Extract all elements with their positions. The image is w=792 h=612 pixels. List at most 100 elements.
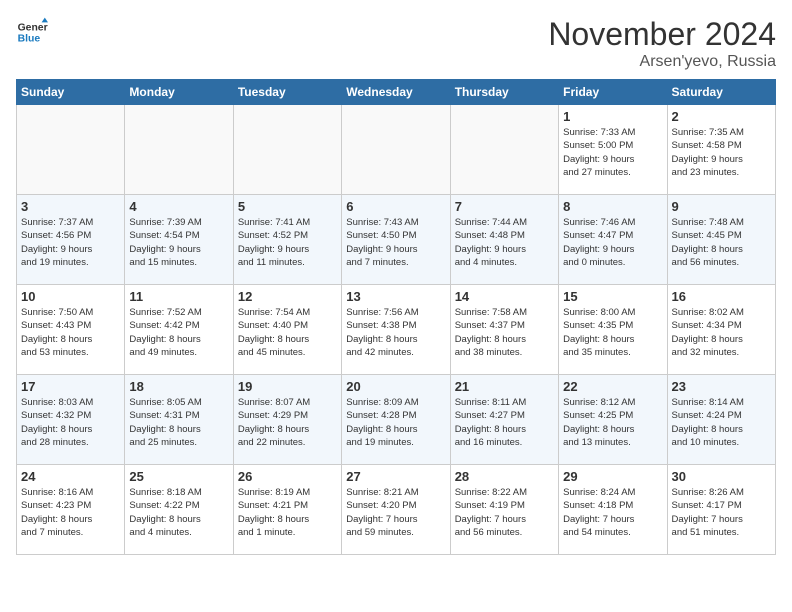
day-number: 7 bbox=[455, 199, 554, 214]
calendar-day-cell: 21 Sunrise: 8:11 AM Sunset: 4:27 PM Dayli… bbox=[450, 375, 558, 465]
calendar-day-cell: 26 Sunrise: 8:19 AM Sunset: 4:21 PM Dayli… bbox=[233, 465, 341, 555]
day-number: 21 bbox=[455, 379, 554, 394]
calendar-day-cell: 11 Sunrise: 7:52 AM Sunset: 4:42 PM Dayli… bbox=[125, 285, 233, 375]
calendar-week-row: 1Sunrise: 7:33 AM Sunset: 5:00 PM Daylig… bbox=[17, 105, 776, 195]
day-info: Sunrise: 7:41 AM Sunset: 4:52 PM Dayligh… bbox=[238, 216, 337, 269]
calendar-week-row: 3 Sunrise: 7:37 AM Sunset: 4:56 PM Daylig… bbox=[17, 195, 776, 285]
day-number: 13 bbox=[346, 289, 445, 304]
day-number: 17 bbox=[21, 379, 120, 394]
day-info: Sunrise: 7:56 AM Sunset: 4:38 PM Dayligh… bbox=[346, 306, 445, 359]
calendar-day-cell: 30 Sunrise: 8:26 AM Sunset: 4:17 PM Dayli… bbox=[667, 465, 775, 555]
calendar-week-row: 10 Sunrise: 7:50 AM Sunset: 4:43 PM Dayli… bbox=[17, 285, 776, 375]
day-info: Sunrise: 7:54 AM Sunset: 4:40 PM Dayligh… bbox=[238, 306, 337, 359]
calendar-day-cell: 6 Sunrise: 7:43 AM Sunset: 4:50 PM Daylig… bbox=[342, 195, 450, 285]
calendar-day-cell: 20Sunrise: 8:09 AM Sunset: 4:28 PM Dayli… bbox=[342, 375, 450, 465]
day-info: Sunrise: 8:21 AM Sunset: 4:20 PM Dayligh… bbox=[346, 486, 445, 539]
day-number: 19 bbox=[238, 379, 337, 394]
day-info: Sunrise: 8:14 AM Sunset: 4:24 PM Dayligh… bbox=[672, 396, 771, 449]
svg-text:General: General bbox=[18, 22, 48, 33]
logo-icon: General Blue bbox=[16, 16, 48, 48]
calendar-day-cell: 15 Sunrise: 8:00 AM Sunset: 4:35 PM Dayli… bbox=[559, 285, 667, 375]
day-number: 18 bbox=[129, 379, 228, 394]
day-info: Sunrise: 8:24 AM Sunset: 4:18 PM Dayligh… bbox=[563, 486, 662, 539]
calendar-day-cell: 4 Sunrise: 7:39 AM Sunset: 4:54 PM Daylig… bbox=[125, 195, 233, 285]
day-info: Sunrise: 8:11 AM Sunset: 4:27 PM Dayligh… bbox=[455, 396, 554, 449]
calendar-day-cell: 9 Sunrise: 7:48 AM Sunset: 4:45 PM Daylig… bbox=[667, 195, 775, 285]
day-info: Sunrise: 8:18 AM Sunset: 4:22 PM Dayligh… bbox=[129, 486, 228, 539]
logo: General Blue bbox=[16, 16, 48, 48]
day-number: 20 bbox=[346, 379, 445, 394]
day-info: Sunrise: 7:39 AM Sunset: 4:54 PM Dayligh… bbox=[129, 216, 228, 269]
day-number: 3 bbox=[21, 199, 120, 214]
day-info: Sunrise: 7:37 AM Sunset: 4:56 PM Dayligh… bbox=[21, 216, 120, 269]
location-title: Arsen'yevo, Russia bbox=[548, 53, 776, 71]
weekday-header-row: SundayMondayTuesdayWednesdayThursdayFrid… bbox=[17, 80, 776, 105]
calendar-day-cell: 2 Sunrise: 7:35 AM Sunset: 4:58 PM Daylig… bbox=[667, 105, 775, 195]
day-info: Sunrise: 7:44 AM Sunset: 4:48 PM Dayligh… bbox=[455, 216, 554, 269]
calendar-day-cell: 24 Sunrise: 8:16 AM Sunset: 4:23 PM Dayli… bbox=[17, 465, 125, 555]
day-number: 12 bbox=[238, 289, 337, 304]
calendar-day-cell: 22Sunrise: 8:12 AM Sunset: 4:25 PM Dayli… bbox=[559, 375, 667, 465]
calendar-day-cell bbox=[450, 105, 558, 195]
day-number: 1 bbox=[563, 109, 662, 124]
weekday-header: Tuesday bbox=[233, 80, 341, 105]
day-number: 9 bbox=[672, 199, 771, 214]
calendar-week-row: 24 Sunrise: 8:16 AM Sunset: 4:23 PM Dayli… bbox=[17, 465, 776, 555]
day-info: Sunrise: 8:22 AM Sunset: 4:19 PM Dayligh… bbox=[455, 486, 554, 539]
day-info: Sunrise: 8:16 AM Sunset: 4:23 PM Dayligh… bbox=[21, 486, 120, 539]
calendar-day-cell: 1Sunrise: 7:33 AM Sunset: 5:00 PM Daylig… bbox=[559, 105, 667, 195]
day-number: 25 bbox=[129, 469, 228, 484]
calendar-day-cell: 19 Sunrise: 8:07 AM Sunset: 4:29 PM Dayli… bbox=[233, 375, 341, 465]
calendar-day-cell: 3 Sunrise: 7:37 AM Sunset: 4:56 PM Daylig… bbox=[17, 195, 125, 285]
calendar-day-cell: 12 Sunrise: 7:54 AM Sunset: 4:40 PM Dayli… bbox=[233, 285, 341, 375]
calendar-day-cell: 10 Sunrise: 7:50 AM Sunset: 4:43 PM Dayli… bbox=[17, 285, 125, 375]
calendar-day-cell: 29 Sunrise: 8:24 AM Sunset: 4:18 PM Dayli… bbox=[559, 465, 667, 555]
header: General Blue November 2024 Arsen'yevo, R… bbox=[16, 16, 776, 71]
day-number: 23 bbox=[672, 379, 771, 394]
day-info: Sunrise: 8:19 AM Sunset: 4:21 PM Dayligh… bbox=[238, 486, 337, 539]
day-number: 4 bbox=[129, 199, 228, 214]
day-info: Sunrise: 7:52 AM Sunset: 4:42 PM Dayligh… bbox=[129, 306, 228, 359]
weekday-header: Friday bbox=[559, 80, 667, 105]
calendar-day-cell: 5 Sunrise: 7:41 AM Sunset: 4:52 PM Daylig… bbox=[233, 195, 341, 285]
day-info: Sunrise: 7:43 AM Sunset: 4:50 PM Dayligh… bbox=[346, 216, 445, 269]
weekday-header: Wednesday bbox=[342, 80, 450, 105]
day-info: Sunrise: 8:05 AM Sunset: 4:31 PM Dayligh… bbox=[129, 396, 228, 449]
day-number: 14 bbox=[455, 289, 554, 304]
day-number: 16 bbox=[672, 289, 771, 304]
month-title: November 2024 bbox=[548, 16, 776, 53]
calendar-week-row: 17Sunrise: 8:03 AM Sunset: 4:32 PM Dayli… bbox=[17, 375, 776, 465]
day-info: Sunrise: 7:46 AM Sunset: 4:47 PM Dayligh… bbox=[563, 216, 662, 269]
day-number: 15 bbox=[563, 289, 662, 304]
day-number: 10 bbox=[21, 289, 120, 304]
day-info: Sunrise: 8:26 AM Sunset: 4:17 PM Dayligh… bbox=[672, 486, 771, 539]
day-info: Sunrise: 7:50 AM Sunset: 4:43 PM Dayligh… bbox=[21, 306, 120, 359]
day-number: 28 bbox=[455, 469, 554, 484]
day-number: 29 bbox=[563, 469, 662, 484]
calendar-day-cell: 27Sunrise: 8:21 AM Sunset: 4:20 PM Dayli… bbox=[342, 465, 450, 555]
calendar-day-cell bbox=[342, 105, 450, 195]
weekday-header: Monday bbox=[125, 80, 233, 105]
calendar-day-cell: 8Sunrise: 7:46 AM Sunset: 4:47 PM Daylig… bbox=[559, 195, 667, 285]
day-number: 30 bbox=[672, 469, 771, 484]
day-number: 26 bbox=[238, 469, 337, 484]
calendar-day-cell: 16Sunrise: 8:02 AM Sunset: 4:34 PM Dayli… bbox=[667, 285, 775, 375]
day-number: 5 bbox=[238, 199, 337, 214]
calendar-day-cell: 25 Sunrise: 8:18 AM Sunset: 4:22 PM Dayli… bbox=[125, 465, 233, 555]
day-info: Sunrise: 8:07 AM Sunset: 4:29 PM Dayligh… bbox=[238, 396, 337, 449]
day-number: 11 bbox=[129, 289, 228, 304]
day-number: 6 bbox=[346, 199, 445, 214]
calendar-day-cell: 7 Sunrise: 7:44 AM Sunset: 4:48 PM Daylig… bbox=[450, 195, 558, 285]
day-number: 22 bbox=[563, 379, 662, 394]
calendar-day-cell: 17Sunrise: 8:03 AM Sunset: 4:32 PM Dayli… bbox=[17, 375, 125, 465]
title-area: November 2024 Arsen'yevo, Russia bbox=[548, 16, 776, 71]
day-info: Sunrise: 7:35 AM Sunset: 4:58 PM Dayligh… bbox=[672, 126, 771, 179]
weekday-header: Saturday bbox=[667, 80, 775, 105]
calendar-day-cell: 28 Sunrise: 8:22 AM Sunset: 4:19 PM Dayli… bbox=[450, 465, 558, 555]
calendar-day-cell: 14Sunrise: 7:58 AM Sunset: 4:37 PM Dayli… bbox=[450, 285, 558, 375]
day-info: Sunrise: 8:00 AM Sunset: 4:35 PM Dayligh… bbox=[563, 306, 662, 359]
day-number: 24 bbox=[21, 469, 120, 484]
day-number: 2 bbox=[672, 109, 771, 124]
day-info: Sunrise: 7:48 AM Sunset: 4:45 PM Dayligh… bbox=[672, 216, 771, 269]
calendar-day-cell bbox=[17, 105, 125, 195]
